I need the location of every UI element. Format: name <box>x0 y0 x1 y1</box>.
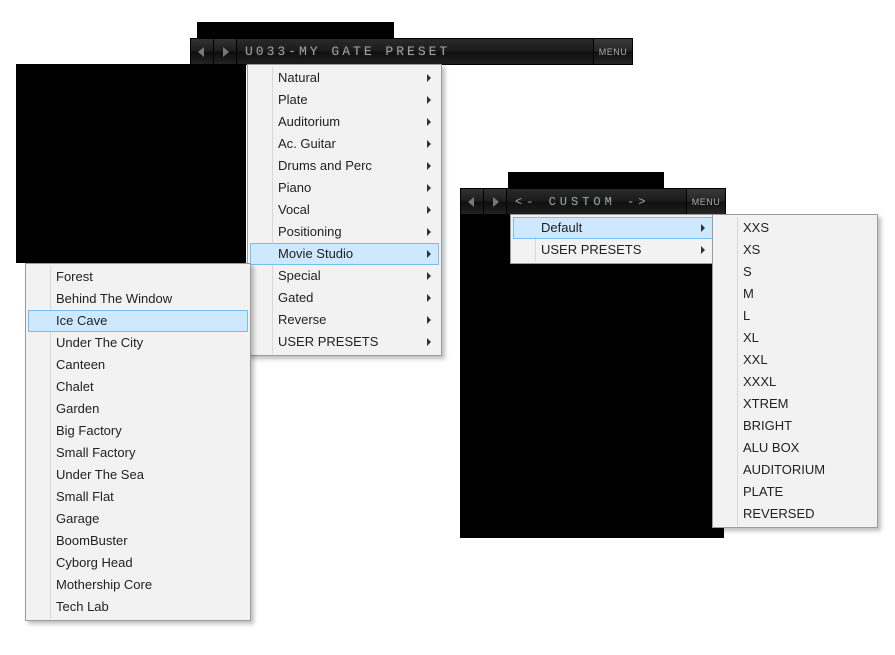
size-category-item[interactable]: USER PRESETS <box>513 239 713 261</box>
preset-sub-item[interactable]: Garage <box>28 508 248 530</box>
preset-category-item[interactable]: USER PRESETS <box>250 331 439 353</box>
size-sub-item[interactable]: XXL <box>715 349 875 371</box>
preset-sub-item[interactable]: Under The Sea <box>28 464 248 486</box>
display1-menu-button[interactable]: MENU <box>594 39 632 64</box>
size-sub-menu: XXSXSSMLXLXXLXXXLXTREMBRIGHTALU BOXAUDIT… <box>712 214 878 528</box>
preset-category-item[interactable]: Reverse <box>250 309 439 331</box>
preset-sub-item[interactable]: Big Factory <box>28 420 248 442</box>
size-sub-item[interactable]: BRIGHT <box>715 415 875 437</box>
preset-category-item[interactable]: Vocal <box>250 199 439 221</box>
preset-sub-item[interactable]: Mothership Core <box>28 574 248 596</box>
size-sub-item[interactable]: M <box>715 283 875 305</box>
preset-category-item[interactable]: Movie Studio <box>250 243 439 265</box>
preset-category-item[interactable]: Positioning <box>250 221 439 243</box>
size-sub-item[interactable]: XXS <box>715 217 875 239</box>
size-sub-item[interactable]: XXXL <box>715 371 875 393</box>
preset-category-item[interactable]: Ac. Guitar <box>250 133 439 155</box>
size-sub-item[interactable]: L <box>715 305 875 327</box>
display1-prev-button[interactable] <box>191 39 214 64</box>
preset-sub-item[interactable]: Tech Lab <box>28 596 248 618</box>
size-sub-item[interactable]: XS <box>715 239 875 261</box>
display1-titlebar <box>197 22 394 38</box>
display2-titlebar <box>508 172 664 188</box>
plugin-panel-left <box>16 64 246 263</box>
preset-sub-item[interactable]: Small Flat <box>28 486 248 508</box>
preset-sub-item[interactable]: BoomBuster <box>28 530 248 552</box>
display2-next-button[interactable] <box>484 189 507 214</box>
preset-sub-item[interactable]: Cyborg Head <box>28 552 248 574</box>
preset-sub-item[interactable]: Canteen <box>28 354 248 376</box>
preset-category-item[interactable]: Drums and Perc <box>250 155 439 177</box>
preset-category-menu: NaturalPlateAuditoriumAc. GuitarDrums an… <box>247 64 442 356</box>
size-sub-item[interactable]: XL <box>715 327 875 349</box>
size-category-item[interactable]: Default <box>513 217 713 239</box>
preset-category-item[interactable]: Plate <box>250 89 439 111</box>
size-sub-item[interactable]: XTREM <box>715 393 875 415</box>
preset-sub-item[interactable]: Chalet <box>28 376 248 398</box>
size-sub-item[interactable]: S <box>715 261 875 283</box>
preset-category-item[interactable]: Natural <box>250 67 439 89</box>
display2-menu-button[interactable]: MENU <box>687 189 725 214</box>
size-sub-item[interactable]: REVERSED <box>715 503 875 525</box>
preset-sub-item[interactable]: Forest <box>28 266 248 288</box>
preset-category-item[interactable]: Auditorium <box>250 111 439 133</box>
display2-lcd[interactable]: <- CUSTOM -> <box>507 189 687 214</box>
display1-next-button[interactable] <box>214 39 237 64</box>
preset-sub-item[interactable]: Behind The Window <box>28 288 248 310</box>
preset-sub-item[interactable]: Under The City <box>28 332 248 354</box>
size-sub-item[interactable]: AUDITORIUM <box>715 459 875 481</box>
preset-display-1: U033-MY GATE PRESET MENU <box>190 38 633 65</box>
preset-category-item[interactable]: Piano <box>250 177 439 199</box>
preset-category-item[interactable]: Gated <box>250 287 439 309</box>
preset-display-2: <- CUSTOM -> MENU <box>460 188 726 215</box>
preset-sub-item[interactable]: Small Factory <box>28 442 248 464</box>
size-sub-item[interactable]: ALU BOX <box>715 437 875 459</box>
preset-sub-item[interactable]: Ice Cave <box>28 310 248 332</box>
size-category-menu: DefaultUSER PRESETS <box>510 214 716 264</box>
display1-lcd[interactable]: U033-MY GATE PRESET <box>237 39 594 64</box>
display2-prev-button[interactable] <box>461 189 484 214</box>
size-sub-item[interactable]: PLATE <box>715 481 875 503</box>
preset-category-item[interactable]: Special <box>250 265 439 287</box>
preset-sub-menu: ForestBehind The WindowIce CaveUnder The… <box>25 263 251 621</box>
preset-sub-item[interactable]: Garden <box>28 398 248 420</box>
